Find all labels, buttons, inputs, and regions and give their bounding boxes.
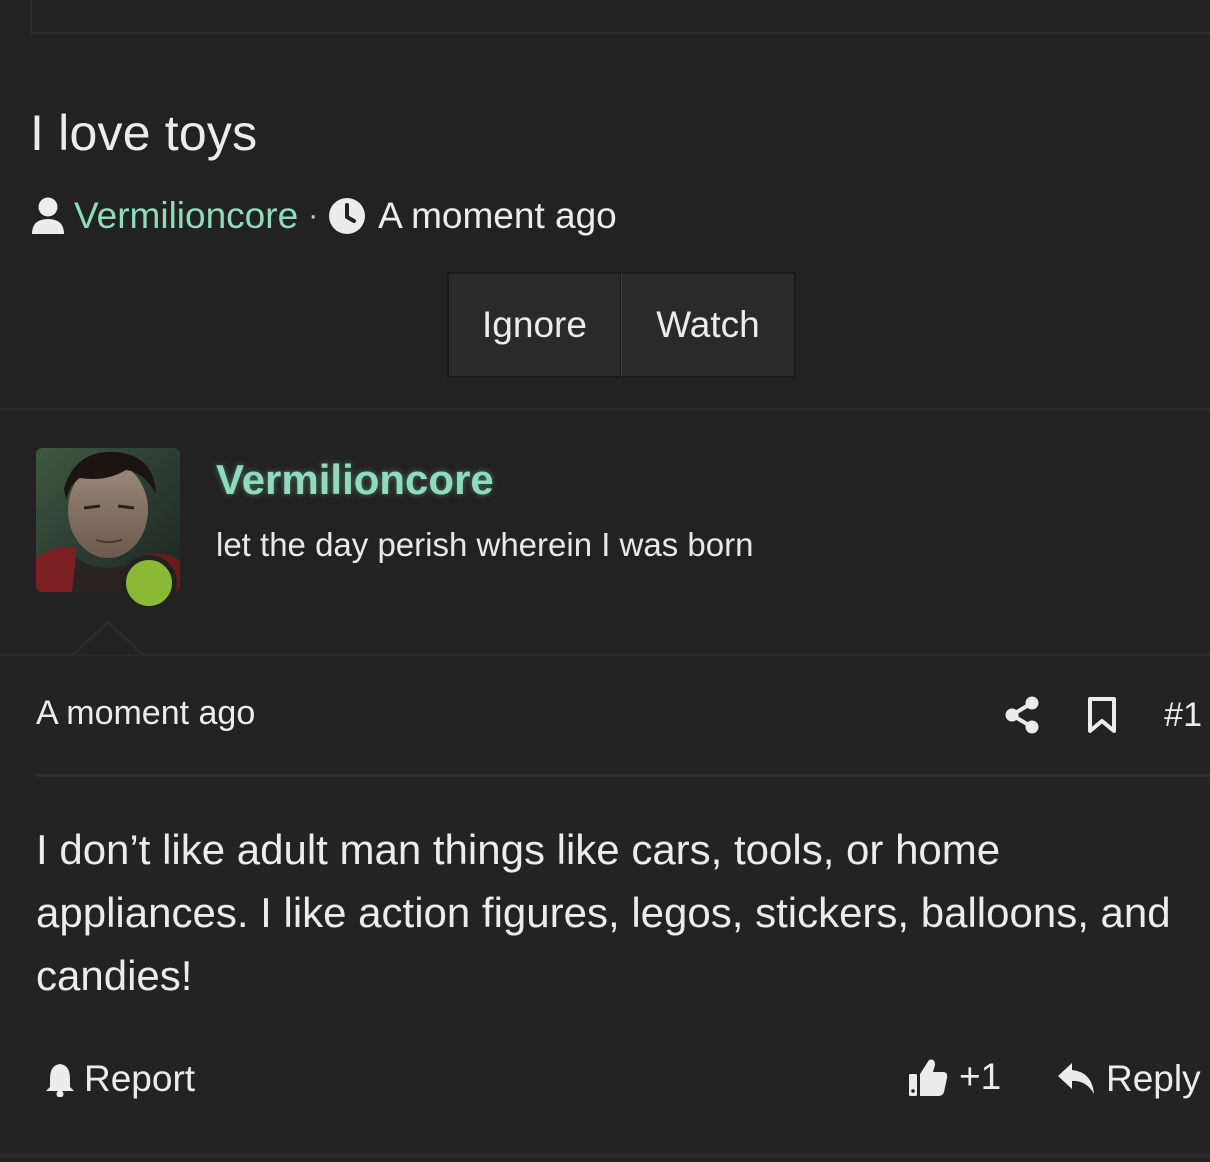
thumbs-up-icon: [909, 1059, 948, 1096]
watch-button[interactable]: Watch: [621, 272, 796, 378]
post-tools: #1: [1004, 690, 1202, 740]
post-body: I don’t like adult man things like cars,…: [36, 826, 1171, 999]
bell-icon: [46, 1064, 74, 1097]
thread-author-link[interactable]: Vermilioncore: [74, 195, 298, 237]
reply-label: Reply: [1106, 1058, 1201, 1099]
thread-action-buttons: Ignore Watch: [447, 272, 796, 378]
like-count: +1: [959, 1056, 1002, 1097]
reply-icon: [1058, 1063, 1094, 1094]
user-icon: [32, 197, 64, 234]
ignore-button[interactable]: Ignore: [447, 272, 621, 378]
meta-separator: ·: [308, 199, 319, 232]
post-header-divider: [36, 774, 1210, 777]
online-status-indicator: [121, 555, 177, 611]
report-label: Report: [84, 1058, 196, 1099]
thread-title: I love toys: [30, 105, 258, 161]
bookmark-icon[interactable]: [1086, 697, 1118, 733]
like-button[interactable]: +1: [907, 1056, 1001, 1098]
post-pointer-arrow-fill: [75, 624, 141, 655]
previous-content-box: [30, 0, 1210, 34]
poster-tagline: let the day perish wherein I was born: [216, 526, 754, 563]
thread-meta: Vermilioncore · A moment ago: [30, 190, 617, 242]
post-number-link[interactable]: #1: [1164, 696, 1202, 735]
post-footer-actions: Report +1 Reply: [0, 1052, 1210, 1110]
report-button[interactable]: Report: [44, 1058, 195, 1100]
clock-icon: [329, 198, 366, 234]
thread-page: I love toys Vermilioncore · A moment ago…: [0, 0, 1210, 1162]
share-icon[interactable]: [1004, 696, 1040, 734]
poster-username[interactable]: Vermilioncore: [216, 456, 494, 504]
post-timestamp[interactable]: A moment ago: [36, 694, 255, 733]
bottom-divider: [0, 1154, 1210, 1158]
reply-button[interactable]: Reply: [1056, 1058, 1201, 1100]
thread-time: A moment ago: [378, 195, 617, 236]
divider: [0, 408, 1210, 411]
